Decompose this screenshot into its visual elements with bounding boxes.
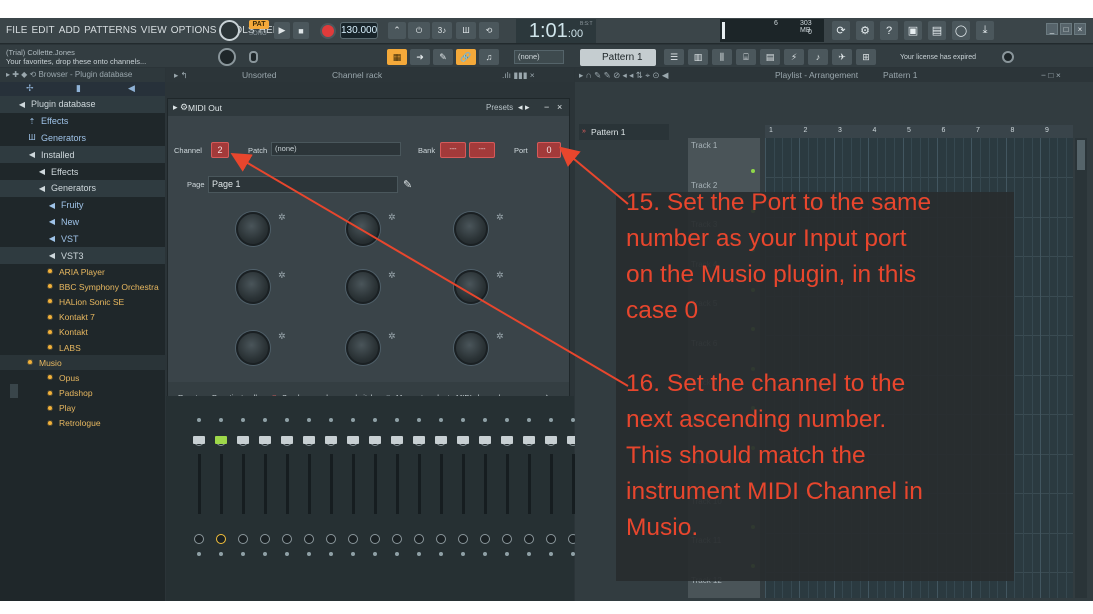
arrow-to-port-field <box>558 146 629 205</box>
arrow-to-channel-field <box>230 152 629 387</box>
fl-studio-window: FILE EDIT ADD PATTERNS VIEW OPTIONS TOOL… <box>0 18 1093 601</box>
annotation-arrows <box>230 146 629 387</box>
